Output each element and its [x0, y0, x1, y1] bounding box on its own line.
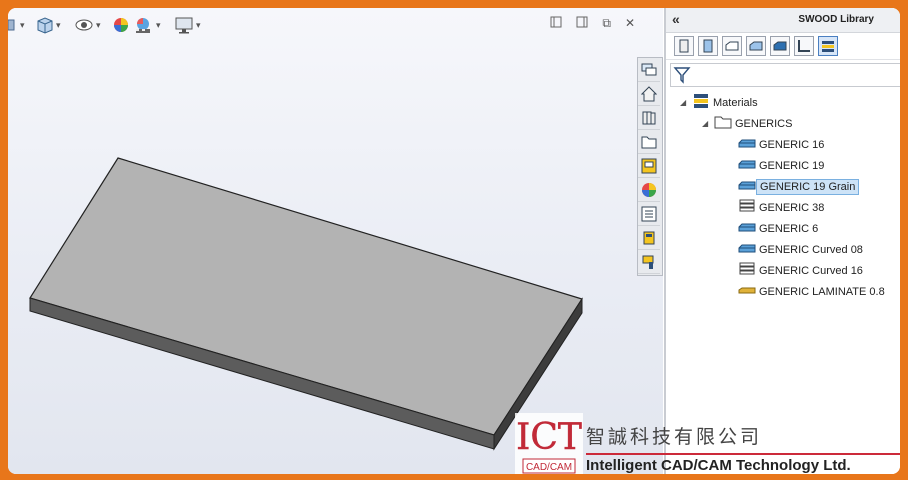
material-label: GENERIC 6 — [759, 222, 819, 235]
swood-library-panel: « SWOOD Library ◢ Materials ◢ GENERICS GENER… — [664, 8, 900, 474]
library-tool-2[interactable] — [698, 36, 718, 56]
ict-logo: ICT CAD/CAM — [515, 413, 583, 474]
panel-vertical-icon — [679, 39, 689, 53]
material-list-item[interactable]: GENERIC 19 Grain — [738, 176, 860, 197]
material-label: GENERIC Curved 08 — [759, 243, 863, 256]
swood-library-icon — [643, 231, 655, 245]
filter-input[interactable] — [691, 68, 900, 82]
material-label: GENERIC 16 — [759, 138, 825, 151]
library-tool-1[interactable] — [674, 36, 694, 56]
tab-appearances[interactable] — [638, 179, 660, 202]
company-name-chinese: 智誠科技有限公司 — [586, 426, 763, 448]
panel-material-icon — [738, 222, 756, 235]
tab-view-palette[interactable] — [638, 155, 660, 178]
material-list-item[interactable]: GENERIC 38 — [738, 197, 827, 218]
edge-icon — [725, 41, 739, 51]
properties-list-icon — [641, 206, 657, 222]
panel-title: SWOOD Library — [798, 14, 874, 25]
panel-header: « SWOOD Library — [666, 8, 900, 33]
app-window: ▾ ▾ ▾ ▾ ▾ ⧉ ✕ « SWOOD Library ◢ Material… — [8, 8, 900, 474]
material-label: GENERIC 19 — [759, 159, 825, 172]
tab-design-library[interactable] — [638, 107, 660, 130]
panel-material-icon — [738, 138, 756, 151]
folder-icon — [641, 136, 657, 149]
tab-forum[interactable] — [638, 59, 660, 82]
swood-tools-icon — [642, 255, 654, 269]
expand-arrow-icon[interactable]: ◢ — [680, 98, 692, 107]
tree-folder-label: GENERICS — [735, 117, 793, 130]
edge-band-icon — [749, 41, 763, 51]
materials-stack-icon — [692, 93, 710, 112]
material-list-item[interactable]: GENERIC Curved 16 — [738, 260, 866, 281]
color-wheel-icon — [642, 183, 656, 197]
tab-swood-library[interactable] — [638, 227, 660, 250]
tab-home[interactable] — [638, 83, 660, 106]
tab-custom-properties[interactable] — [638, 203, 660, 226]
tree-node-generics[interactable]: ◢ GENERICS — [702, 113, 795, 134]
material-list-item[interactable]: GENERIC 19 — [738, 155, 827, 176]
library-tool-4[interactable] — [746, 36, 766, 56]
panel-material-icon — [738, 243, 756, 256]
material-label: GENERIC Curved 16 — [759, 264, 863, 277]
tab-file-explorer[interactable] — [638, 131, 660, 154]
stacked-material-icon — [738, 262, 756, 279]
board-icon — [773, 41, 787, 51]
collapse-panel-button[interactable]: « — [672, 11, 680, 27]
panel-material-icon — [738, 180, 756, 193]
materials-stack-icon — [822, 41, 834, 52]
svg-text:CAD/CAM: CAD/CAM — [526, 462, 572, 473]
library-tool-6[interactable] — [794, 36, 814, 56]
material-label: GENERIC 38 — [759, 201, 825, 214]
library-icon — [642, 111, 656, 125]
tree-root-label: Materials — [713, 96, 758, 109]
folder-icon — [714, 115, 732, 132]
palette-icon — [641, 158, 657, 174]
filter-bar — [670, 63, 900, 87]
laminate-material-icon — [738, 285, 756, 298]
library-tool-materials[interactable] — [818, 36, 838, 56]
library-tool-5[interactable] — [770, 36, 790, 56]
filter-funnel-icon[interactable] — [673, 66, 691, 84]
corner-joint-icon — [798, 40, 810, 52]
chat-bubbles-icon — [641, 63, 657, 76]
material-label: GENERIC LAMINATE 0.8 — [759, 285, 885, 298]
board-model[interactable] — [8, 8, 663, 474]
home-icon — [641, 86, 657, 102]
material-label: GENERIC 19 Grain — [756, 178, 860, 195]
panel-material-icon — [738, 159, 756, 172]
expand-arrow-icon[interactable]: ◢ — [702, 119, 714, 128]
panel-blue-icon — [703, 39, 713, 53]
graphics-viewport[interactable]: ▾ ▾ ▾ ▾ ▾ ⧉ ✕ — [8, 8, 663, 474]
orange-frame: ▾ ▾ ▾ ▾ ▾ ⧉ ✕ « SWOOD Library ◢ Material… — [0, 0, 908, 480]
stacked-material-icon — [738, 199, 756, 216]
material-list-item[interactable]: GENERIC LAMINATE 0.8 — [738, 281, 888, 302]
task-pane-tabs — [637, 57, 663, 276]
material-list-item[interactable]: GENERIC Curved 08 — [738, 239, 866, 260]
tree-node-materials[interactable]: ◢ Materials — [680, 92, 761, 113]
company-name-english: Intelligent CAD/CAM Technology Ltd. — [586, 453, 900, 474]
material-list-item[interactable]: GENERIC 6 — [738, 218, 821, 239]
library-tool-3[interactable] — [722, 36, 742, 56]
svg-text:ICT: ICT — [516, 417, 582, 458]
library-toolbar — [666, 33, 900, 60]
tab-swood-tools[interactable] — [638, 251, 660, 274]
material-list-item[interactable]: GENERIC 16 — [738, 134, 827, 155]
